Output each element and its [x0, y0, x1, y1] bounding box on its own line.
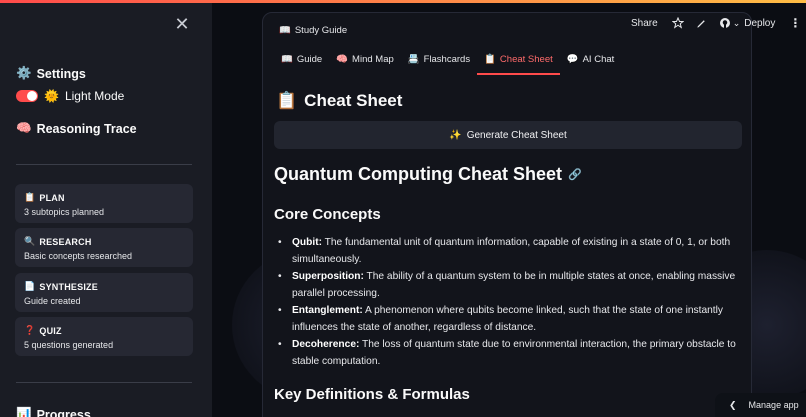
step-title: RESEARCH	[39, 236, 92, 247]
list-item: Superposition: The ability of a quantum …	[278, 269, 738, 302]
step-title: SYNTHESIZE	[39, 281, 98, 292]
concept-term: Qubit:	[292, 237, 322, 248]
sidebar-divider	[16, 164, 192, 165]
share-button[interactable]: Share	[631, 18, 658, 29]
progress-label: Progress	[36, 407, 91, 417]
tab-label: Flashcards	[423, 54, 471, 65]
tab-mind-map[interactable]: 🧠 Mind Map	[329, 53, 401, 75]
step-subtitle: Guide created	[24, 296, 81, 306]
step-card-research: 🔍 RESEARCH Basic concepts researched	[15, 228, 193, 267]
star-icon[interactable]	[671, 17, 684, 29]
generate-button-label: Generate Cheat Sheet	[466, 129, 567, 141]
step-title: QUIZ	[39, 325, 62, 336]
step-card-synthesize: 📄 SYNTHESIZE Guide created	[15, 273, 193, 312]
more-menu-icon[interactable]: ⋮	[789, 16, 801, 30]
sidebar-divider	[16, 382, 192, 383]
concept-text: The loss of quantum state due to environ…	[292, 339, 736, 367]
question-icon: ❓	[24, 325, 36, 335]
chart-icon: 📊	[16, 407, 32, 417]
tab-label: AI Chat	[582, 54, 615, 65]
manage-app-label: Manage app	[748, 400, 799, 410]
book-icon: 📖	[281, 54, 293, 65]
step-card-quiz: ❓ QUIZ 5 questions generated	[15, 317, 193, 356]
brain-icon: 🧠	[16, 121, 32, 135]
sun-icon: 🌞	[44, 89, 59, 103]
light-mode-toggle-row[interactable]: 🌞 Light Mode	[16, 89, 124, 103]
cheat-sheet-heading: 📋 Cheat Sheet	[276, 91, 402, 111]
magnifier-icon: 🔍	[24, 236, 36, 246]
deploy-button[interactable]: Deploy	[744, 18, 775, 29]
study-guide-card: 📖 Study Guide 📖 Guide 🧠 Mind Map 📇 Flashcar…	[262, 12, 752, 417]
card-index-icon: 📇	[407, 54, 420, 65]
tab-flashcards[interactable]: 📇 Flashcards	[401, 53, 477, 75]
clipboard-icon: 📋	[24, 192, 36, 202]
card-title-text: Study Guide	[294, 25, 348, 36]
concept-term: Decoherence:	[292, 339, 360, 350]
top-accent-bar	[0, 0, 806, 3]
concept-text: The fundamental unit of quantum informat…	[292, 237, 731, 265]
step-subtitle: 5 questions generated	[24, 340, 114, 350]
clipboard-icon: 📋	[484, 54, 496, 65]
tab-cheat-sheet[interactable]: 📋 Cheat Sheet	[477, 53, 560, 75]
gear-icon: ⚙️	[16, 66, 32, 80]
speech-bubble-icon: 💬	[566, 54, 579, 65]
tab-label: Cheat Sheet	[499, 54, 553, 65]
clipboard-icon: 📋	[276, 91, 298, 110]
document-icon: 📄	[24, 281, 36, 291]
step-subtitle: Basic concepts researched	[24, 251, 133, 261]
light-mode-toggle[interactable]	[16, 90, 38, 102]
settings-label: Settings	[36, 66, 86, 81]
list-item: Decoherence: The loss of quantum state d…	[278, 337, 738, 370]
tab-bar: 📖 Guide 🧠 Mind Map 📇 Flashcards 📋 Cheat Shee…	[274, 53, 621, 75]
main-area: 📖 Study Guide 📖 Guide 🧠 Mind Map 📇 Flashcar…	[212, 0, 806, 417]
tab-guide[interactable]: 📖 Guide	[274, 53, 329, 75]
tab-ai-chat[interactable]: 💬 AI Chat	[560, 53, 622, 75]
github-icon[interactable]	[719, 17, 731, 29]
core-concepts-heading: Core Concepts	[274, 206, 381, 223]
book-icon: 📖	[279, 25, 291, 36]
step-title: PLAN	[39, 192, 65, 203]
sidebar: ✕ ⚙️ Settings 🌞 Light Mode 🧠 Reasoning T…	[0, 0, 212, 417]
progress-heading: 📊 Progress	[16, 407, 91, 417]
chevron-left-icon: ❮	[729, 399, 737, 410]
tab-label: Mind Map	[352, 54, 394, 65]
concepts-list: Qubit: The fundamental unit of quantum i…	[278, 235, 738, 371]
definitions-heading: Key Definitions & Formulas	[274, 386, 470, 403]
step-subtitle: 3 subtopics planned	[24, 207, 105, 217]
step-card-plan: 📋 PLAN 3 subtopics planned	[15, 184, 193, 223]
tab-label: Guide	[296, 54, 323, 65]
sheet-title-text: Quantum Computing Cheat Sheet	[274, 164, 562, 184]
chevron-down-icon[interactable]: ⌄	[733, 18, 741, 29]
edit-icon[interactable]	[696, 18, 707, 29]
settings-heading: ⚙️ Settings	[16, 66, 86, 81]
light-mode-label: Light Mode	[64, 89, 125, 103]
concept-term: Superposition:	[292, 271, 364, 282]
generate-cheat-sheet-button[interactable]: ✨ Generate Cheat Sheet	[274, 121, 742, 149]
list-item: Entanglement: A phenomenon where qubits …	[278, 303, 738, 336]
brain-icon: 🧠	[336, 54, 349, 65]
cheat-sheet-heading-text: Cheat Sheet	[304, 91, 403, 110]
link-icon[interactable]: 🔗	[568, 168, 582, 181]
app-toolbar: Share ⌄ Deploy ⋮	[631, 16, 801, 30]
list-item: Qubit: The fundamental unit of quantum i…	[278, 235, 738, 268]
card-title: 📖 Study Guide	[279, 25, 347, 36]
sheet-title: Quantum Computing Cheat Sheet 🔗	[274, 164, 582, 185]
reasoning-trace-label: Reasoning Trace	[36, 121, 137, 136]
sparkles-icon: ✨	[449, 129, 462, 141]
close-sidebar-icon[interactable]: ✕	[172, 14, 192, 34]
concept-term: Entanglement:	[292, 305, 363, 316]
manage-app-button[interactable]: ❮ Manage app	[715, 393, 806, 417]
reasoning-trace-heading: 🧠 Reasoning Trace	[16, 121, 137, 136]
